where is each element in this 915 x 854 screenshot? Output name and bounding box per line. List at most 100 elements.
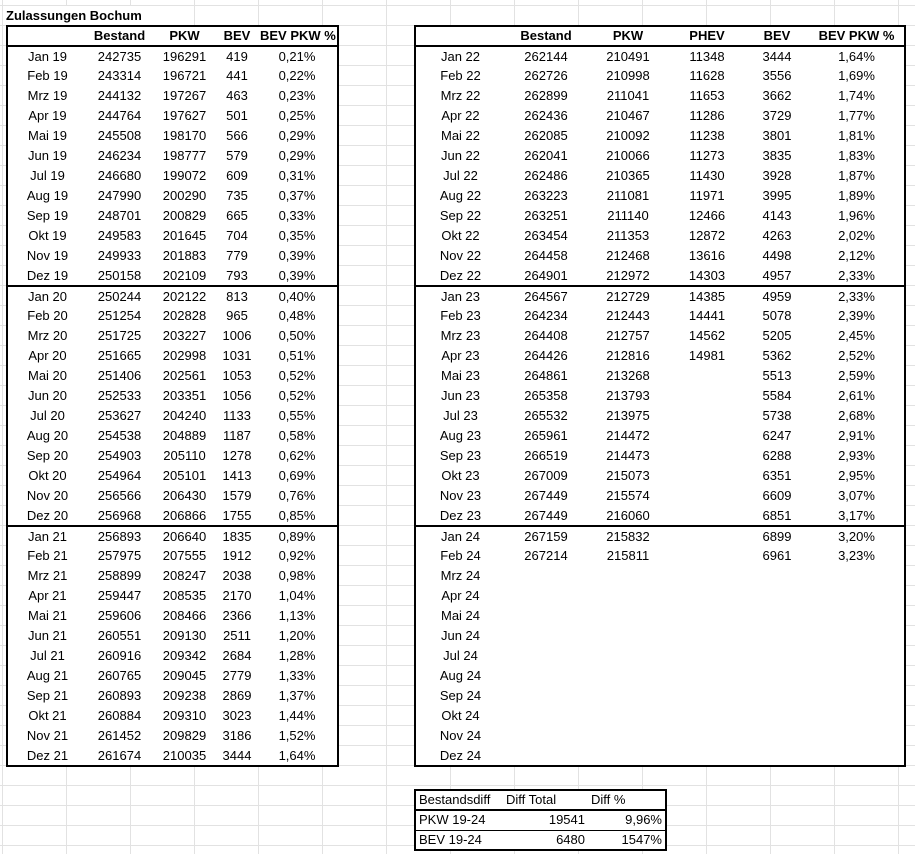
summary-row: PKW 19-24 19541 9,96% bbox=[415, 809, 666, 830]
table-cell: 11348 bbox=[689, 48, 725, 64]
table-cell: 11273 bbox=[689, 148, 725, 163]
table-cell bbox=[505, 686, 587, 706]
table-cell: 262144 bbox=[524, 48, 568, 64]
table-cell: 201883 bbox=[162, 248, 207, 263]
table-cell: 0,31% bbox=[278, 168, 316, 183]
table-cell: 256566 bbox=[97, 488, 142, 503]
table-cell: Jun 24 bbox=[440, 628, 481, 643]
table-cell: PKW 19-24 bbox=[415, 809, 503, 830]
table-cell: Jul 20 bbox=[30, 408, 65, 423]
table-cell: 2,93% bbox=[838, 448, 875, 463]
column-header-1: Bestand bbox=[505, 26, 587, 47]
table-row: Apr 24 bbox=[415, 586, 905, 606]
table-cell: 3995 bbox=[762, 188, 792, 203]
table-cell: 262486 bbox=[524, 168, 568, 183]
table-cell: 14303 bbox=[688, 267, 726, 283]
table-cell: 261452 bbox=[97, 728, 142, 743]
table-cell: Jun 23 bbox=[440, 388, 481, 403]
table-cell: 6899 bbox=[745, 525, 809, 546]
table-cell: 3186 bbox=[222, 728, 252, 743]
table-row: Mai 24 bbox=[415, 606, 905, 626]
table-cell: 0,58% bbox=[278, 428, 316, 443]
table-row: Dez 24 bbox=[415, 746, 905, 766]
table-cell: 248701 bbox=[97, 208, 142, 223]
column-header-3: PHEV bbox=[669, 26, 745, 47]
summary-header-2: Diff % bbox=[588, 790, 666, 811]
table-cell: 11653 bbox=[689, 88, 725, 103]
table-cell: 263454 bbox=[524, 228, 568, 243]
table-cell: 19541 bbox=[503, 809, 588, 830]
table-cell bbox=[809, 626, 905, 646]
table-cell: 262436 bbox=[524, 108, 568, 123]
table-cell: 206430 bbox=[162, 488, 207, 503]
column-header-2: PKW bbox=[587, 26, 669, 47]
table-cell: 198170 bbox=[162, 128, 207, 143]
table-cell bbox=[669, 506, 745, 526]
table-cell: 1,44% bbox=[278, 708, 316, 723]
table-cell: 14562 bbox=[688, 328, 726, 343]
table-cell bbox=[505, 706, 587, 726]
table-cell: 202122 bbox=[152, 285, 217, 306]
table-cell: 211041 bbox=[606, 88, 650, 103]
table-cell: 5078 bbox=[762, 308, 792, 323]
table-cell: 2,33% bbox=[838, 267, 875, 283]
table-cell bbox=[587, 586, 669, 606]
table-cell: Mai 22 bbox=[440, 128, 481, 143]
table-cell bbox=[669, 446, 745, 466]
table-row: Dez 20 256968 206866 1755 0,85% bbox=[7, 506, 338, 526]
table-cell: 0,40% bbox=[257, 285, 338, 306]
table-cell: 0,62% bbox=[278, 448, 316, 463]
table-cell: 11238 bbox=[689, 128, 725, 143]
table-cell: Jun 20 bbox=[27, 388, 68, 403]
table-cell: 1278 bbox=[222, 448, 252, 463]
table-cell: 209342 bbox=[162, 648, 207, 663]
table-row: Jan 24 267159 215832 6899 3,20% bbox=[415, 525, 905, 546]
table-cell: 260884 bbox=[97, 708, 142, 723]
table-cell: Dez 22 bbox=[439, 267, 482, 283]
table-row: Jun 20 252533 203351 1056 0,52% bbox=[7, 386, 338, 406]
table-cell: 4498 bbox=[762, 248, 792, 263]
table-cell: 0,33% bbox=[278, 208, 316, 223]
table-row: Mai 19 245508 198170 566 0,29% bbox=[7, 126, 338, 146]
table-cell: 3,23% bbox=[838, 548, 875, 563]
table-cell: 1835 bbox=[217, 525, 257, 546]
table-cell: 1031 bbox=[222, 348, 252, 363]
table-cell bbox=[745, 746, 809, 766]
table-row: Sep 21 260893 209238 2869 1,37% bbox=[7, 686, 338, 706]
table-cell bbox=[669, 606, 745, 626]
summary-row: BEV 19-24 6480 1547% bbox=[415, 829, 666, 850]
table-cell: 251406 bbox=[97, 368, 142, 383]
table-cell bbox=[669, 525, 745, 546]
table-row: Okt 19 249583 201645 704 0,35% bbox=[7, 226, 338, 246]
table-cell: 264458 bbox=[524, 248, 568, 263]
table-row: Aug 23 265961 214472 6247 2,91% bbox=[415, 426, 905, 446]
table-cell bbox=[669, 686, 745, 706]
table-cell: 251254 bbox=[97, 308, 142, 323]
table-cell: 0,37% bbox=[278, 188, 316, 203]
table-cell: Jan 24 bbox=[415, 525, 505, 546]
table-cell: 265532 bbox=[524, 408, 568, 423]
table-cell: Aug 24 bbox=[439, 668, 482, 683]
table-cell: Jul 19 bbox=[30, 168, 65, 183]
table-cell: 0,89% bbox=[257, 525, 338, 546]
table-cell: 0,76% bbox=[278, 488, 316, 503]
table-cell bbox=[669, 566, 745, 586]
table-cell: Sep 20 bbox=[26, 448, 69, 463]
table-cell: 5205 bbox=[762, 328, 792, 343]
table-cell: 2,12% bbox=[838, 248, 875, 263]
table-cell: 245508 bbox=[97, 128, 142, 143]
table-cell: 204889 bbox=[162, 428, 207, 443]
table-cell: Jul 21 bbox=[30, 648, 65, 663]
table-cell: 4263 bbox=[762, 228, 792, 243]
table-cell: 11430 bbox=[689, 168, 725, 183]
table-row: Mrz 20 251725 203227 1006 0,50% bbox=[7, 326, 338, 346]
table-cell: 249583 bbox=[97, 228, 142, 243]
registrations-table-2022-2024: Bestand PKW PHEV BEV BEV PKW % Jan 22 262144 2… bbox=[414, 25, 906, 767]
table-cell: 267449 bbox=[524, 488, 568, 503]
table-cell: 0,29% bbox=[278, 148, 316, 163]
table-cell: 215811 bbox=[606, 548, 650, 563]
table-cell: Mai 19 bbox=[27, 128, 68, 143]
table-row: Jul 23 265532 213975 5738 2,68% bbox=[415, 406, 905, 426]
table-cell bbox=[587, 726, 669, 746]
table-cell: 200290 bbox=[162, 188, 207, 203]
